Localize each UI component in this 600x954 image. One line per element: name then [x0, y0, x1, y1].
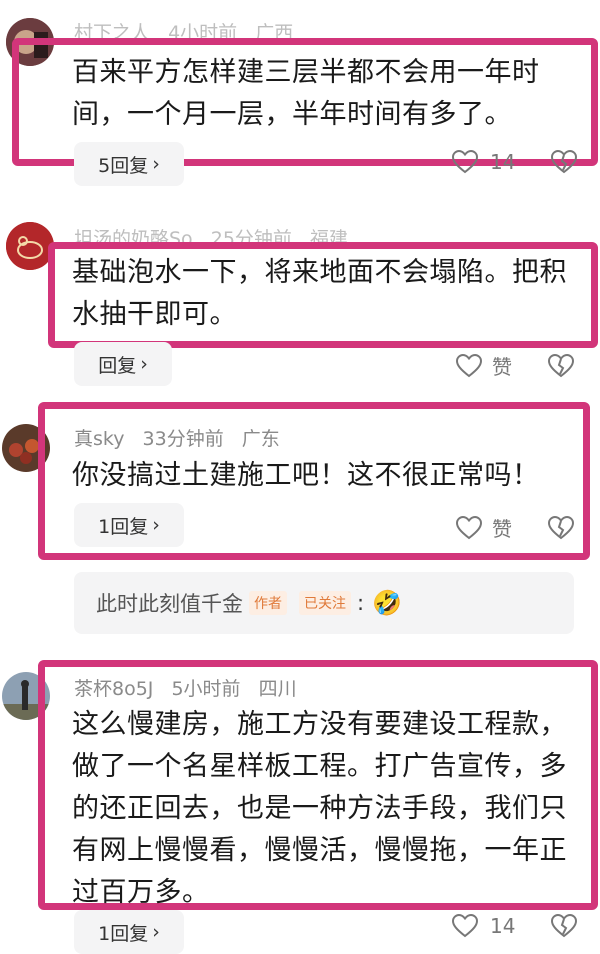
chevron-right-icon: › — [140, 353, 148, 375]
laughing-crying-emoji-icon: 🤣 — [372, 589, 402, 617]
like-label: 赞 — [492, 355, 512, 379]
comment-actions: 赞 — [456, 513, 574, 542]
heart-icon[interactable] — [452, 914, 478, 938]
comment-text: 这么慢建房，施工方没有要建设工程款，做了一个名星样板工程。打广告宣传，多的还正回… — [72, 709, 567, 908]
like-label: 赞 — [492, 517, 512, 541]
sub-reply-preview[interactable]: 此时此刻值千金 作者 已关注 : 🤣 — [74, 572, 574, 634]
comment-text: 基础泡水一下，将来地面不会塌陷。把积水抽干即可。 — [72, 257, 567, 330]
broken-heart-icon[interactable] — [548, 515, 574, 540]
avatar[interactable] — [6, 222, 54, 270]
like-count: 14 — [490, 914, 516, 938]
reply-button[interactable]: 1回复 › — [74, 910, 184, 954]
comment-actions: 赞 — [456, 351, 574, 380]
heart-icon[interactable] — [452, 150, 478, 174]
broken-heart-icon[interactable] — [551, 150, 578, 174]
reply-label: 回复 — [98, 354, 137, 377]
reply-button[interactable]: 5回复 › — [74, 142, 184, 186]
comment-text: 百来平方怎样建三层半都不会用一年时间，一个月一层，半年时间有多了。 — [72, 57, 540, 130]
comment-actions: 14 — [452, 914, 578, 938]
reply-label: 5回复 — [98, 154, 149, 177]
like-count: 14 — [490, 150, 516, 174]
following-badge: 已关注 — [299, 591, 351, 615]
heart-icon[interactable] — [456, 353, 482, 378]
reply-label: 1回复 — [98, 515, 149, 538]
chevron-right-icon: › — [152, 153, 160, 175]
broken-heart-icon[interactable] — [548, 353, 574, 378]
heart-icon[interactable] — [456, 515, 482, 540]
chevron-right-icon: › — [152, 514, 160, 536]
sub-reply-text: 此时此刻值千金 — [96, 592, 243, 616]
reply-label: 1回复 — [98, 922, 149, 945]
comment-text: 你没搞过土建施工吧！这不很正常吗！ — [72, 460, 540, 491]
broken-heart-icon[interactable] — [551, 914, 578, 938]
sub-reply-colon: : — [357, 591, 365, 615]
author-badge: 作者 — [249, 591, 287, 615]
avatar-image — [6, 222, 54, 270]
reply-button[interactable]: 1回复 › — [74, 503, 184, 547]
chevron-right-icon: › — [152, 921, 160, 943]
reply-button[interactable]: 回复 › — [74, 342, 172, 386]
comment-actions: 14 — [452, 150, 578, 174]
